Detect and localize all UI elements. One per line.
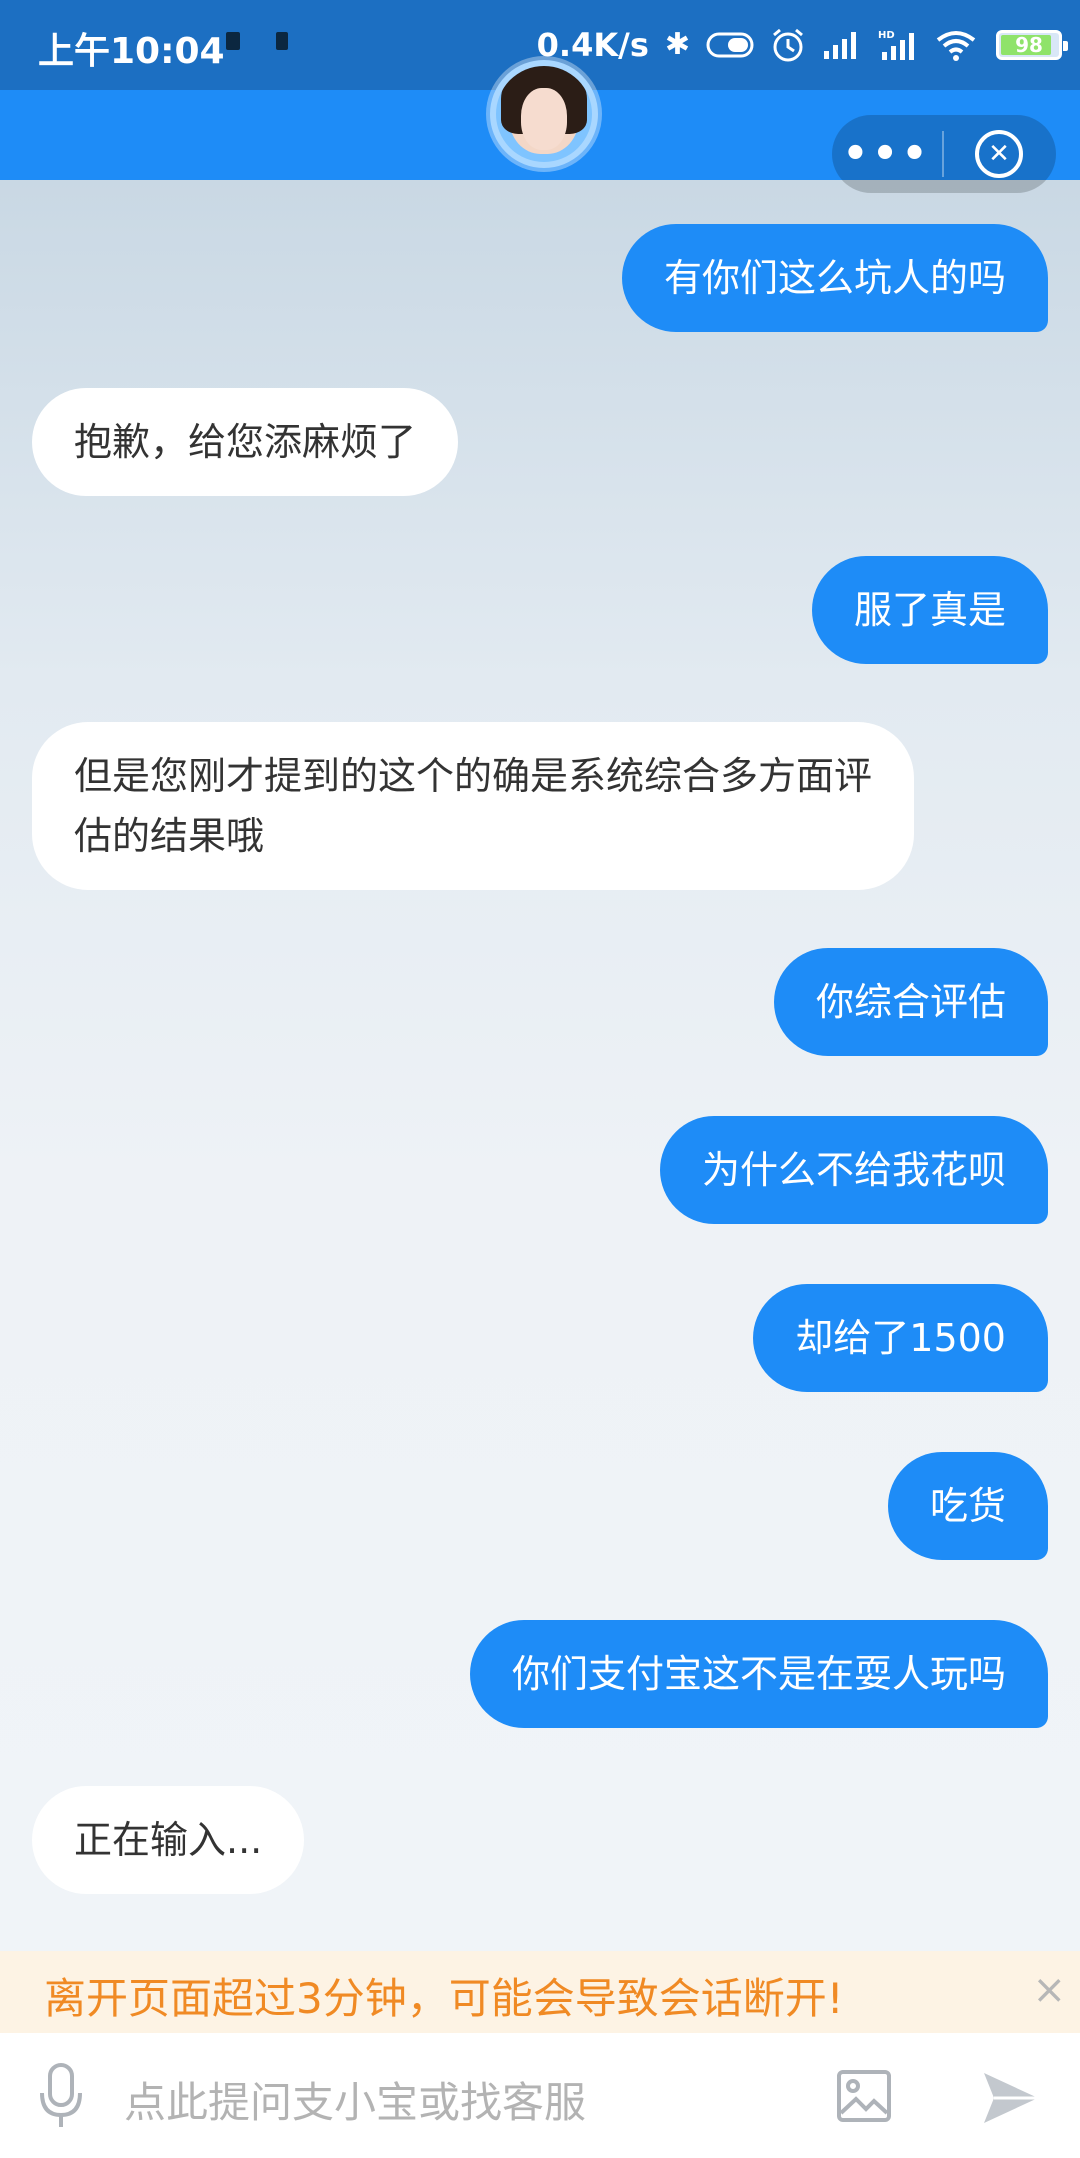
chat-message-bot: 抱歉，给您添麻烦了 [32, 388, 459, 496]
bluetooth-icon: ✱ [664, 27, 690, 62]
input-bar: 点此提问支小宝或找客服 [0, 2033, 1080, 2158]
warning-text: 离开页面超过3分钟，可能会导致会话断开! [44, 1974, 844, 2023]
more-button[interactable]: ••• [832, 131, 942, 177]
signal-hd-icon: HD [878, 30, 914, 60]
warning-close-icon[interactable]: × [1032, 1967, 1066, 2013]
chat-message-user: 为什么不给我花呗 [659, 1116, 1048, 1224]
svg-text:HD: HD [878, 30, 895, 41]
signal-icon [824, 32, 856, 59]
chat-message-user: 有你们这么坑人的吗 [621, 224, 1048, 332]
chat-message-bot: 但是您刚才提到的这个的确是系统综合多方面评估的结果哦 [32, 722, 914, 890]
avatar[interactable] [490, 60, 598, 168]
image-icon[interactable] [836, 2069, 892, 2123]
wifi-icon [936, 31, 976, 61]
chat-message-user: 服了真是 [811, 556, 1048, 664]
disconnect-warning: 离开页面超过3分钟，可能会导致会话断开! × [0, 1951, 1080, 2033]
chat-message-user: 你综合评估 [773, 948, 1048, 1056]
send-icon[interactable] [982, 2071, 1040, 2125]
notification-icon-2 [276, 32, 288, 50]
status-right: 0.4K/s ✱ HD 98 [536, 18, 1068, 72]
alarm-icon [773, 28, 803, 62]
close-button[interactable]: ✕ [944, 130, 1054, 178]
message-input[interactable]: 点此提问支小宝或找客服 [124, 2069, 586, 2130]
status-time: 上午10:04 [38, 31, 225, 72]
net-speed: 0.4K/s [536, 26, 649, 64]
chat-message-bot: 正在输入... [32, 1786, 305, 1894]
battery-icon: 98 [996, 30, 1068, 60]
chat-message-user: 吃货 [887, 1452, 1048, 1560]
chat-message-user: 却给了1500 [753, 1284, 1048, 1392]
toggle-icon [706, 32, 754, 58]
mini-program-capsule: ••• ✕ [832, 115, 1056, 193]
mic-icon[interactable] [38, 2061, 84, 2131]
chat-area[interactable]: 有你们这么坑人的吗 抱歉，给您添麻烦了 服了真是 但是您刚才提到的这个的确是系统… [0, 180, 1080, 1950]
battery-level: 98 [1015, 33, 1043, 57]
notification-icon [226, 32, 240, 50]
chat-message-user: 你们支付宝这不是在耍人玩吗 [469, 1620, 1048, 1728]
close-icon: ✕ [975, 130, 1023, 178]
